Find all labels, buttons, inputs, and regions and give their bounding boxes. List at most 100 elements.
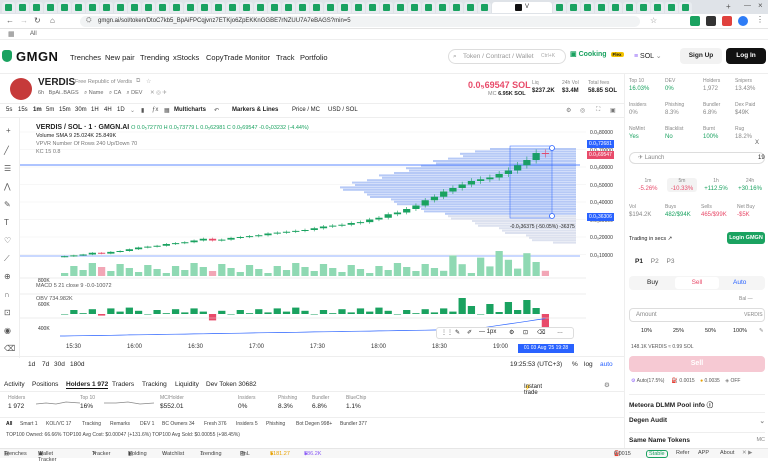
browser-tab[interactable] [422, 1, 435, 13]
buy-tab[interactable]: Buy [647, 279, 658, 286]
meteora-section[interactable]: Meteora DLMM Pool info ⓘ [629, 394, 765, 409]
browser-tab[interactable] [436, 1, 449, 13]
extension-icon[interactable] [690, 16, 700, 26]
browser-tab[interactable] [44, 1, 57, 13]
browser-tab[interactable] [128, 1, 141, 13]
pct-100[interactable]: 100% [733, 328, 747, 334]
browser-tab[interactable] [310, 1, 323, 13]
price-mc-toggle[interactable]: Price / MC [292, 107, 320, 113]
chain-select[interactable]: ≡ SOL ⌄ [634, 52, 662, 60]
pct-50[interactable]: 50% [705, 328, 716, 334]
browser-tab-active[interactable]: V [492, 1, 552, 13]
filter-bundler[interactable]: Bundler 377 [340, 421, 367, 427]
brush-icon[interactable]: ✎ [4, 200, 11, 209]
degen-audit-section[interactable]: Degen Audit ⌄ [629, 412, 765, 425]
footer-app[interactable]: APP [698, 450, 709, 456]
filter-kolvc[interactable]: KOL/VC 17 [46, 421, 71, 427]
eye-icon[interactable]: ◉ [4, 326, 11, 335]
undo-icon[interactable]: ↶ [214, 107, 219, 114]
candle-type-icon[interactable]: ▮ [141, 107, 144, 114]
login-gmgn-button[interactable]: Login GMGN [727, 232, 765, 244]
browser-tab[interactable] [268, 1, 281, 13]
browser-tab[interactable] [338, 1, 351, 13]
magnet-icon[interactable]: ∩ [4, 290, 10, 299]
cooking-toggle[interactable]: ▣ Cooking Flex [570, 50, 624, 58]
browser-tab[interactable] [212, 1, 225, 13]
filter-phishing[interactable]: Phishing [266, 421, 285, 427]
lock-icon[interactable]: ⊡ [4, 308, 11, 317]
range-1d[interactable]: 1d [28, 361, 35, 368]
browser-tab[interactable] [184, 1, 197, 13]
mev-toggle[interactable]: OFF [730, 378, 740, 384]
usd-sol-toggle[interactable]: USD / SOL [328, 107, 358, 113]
period-stat[interactable]: 1h +112.5% [701, 178, 731, 192]
indicators-icon[interactable]: ƒx [152, 107, 158, 113]
utc-clock[interactable]: 19:25:53 (UTC+3) [510, 361, 562, 368]
browser-tab[interactable] [170, 1, 183, 13]
bookmarks-folder-icon[interactable]: ▦ [8, 29, 15, 40]
preset-p3[interactable]: P3 [667, 258, 675, 265]
browser-tab[interactable] [198, 1, 211, 13]
browser-tab[interactable] [156, 1, 169, 13]
launch-bar[interactable]: ✈ Launch 19 [629, 152, 765, 164]
chevron-down-icon[interactable]: ⌄ [130, 107, 135, 114]
pct-10[interactable]: 10% [641, 328, 652, 334]
browser-tab[interactable] [282, 1, 295, 13]
browser-tab[interactable] [324, 1, 337, 13]
filter-insiders[interactable]: Insiders 5 [236, 421, 258, 427]
browser-tab[interactable] [450, 1, 463, 13]
all-bookmarks[interactable]: All [30, 31, 37, 37]
reload-icon[interactable]: ↻ [34, 16, 41, 25]
tip-fee[interactable]: 0.0035 [705, 378, 720, 384]
browser-tab[interactable] [86, 1, 99, 13]
nav-xstocks[interactable]: xStocks [173, 53, 199, 62]
filter-all[interactable]: All [6, 421, 12, 427]
tab-activity[interactable]: Activity [4, 381, 25, 388]
search-icon[interactable]: ⌕ [84, 90, 87, 96]
amount-input[interactable]: Amount VERDIS [629, 308, 765, 322]
search-icon[interactable]: ⌕ [126, 90, 129, 96]
crosshair-icon[interactable]: + [6, 126, 11, 135]
browser-tab[interactable] [100, 1, 113, 13]
range-7d[interactable]: 7d [42, 361, 49, 368]
tab-positions[interactable]: Positions [32, 381, 58, 388]
auto-toggle[interactable]: auto [600, 361, 613, 368]
footer-about[interactable]: About [720, 450, 734, 456]
minimize-icon[interactable]: — [744, 2, 751, 9]
x-icon[interactable]: X [755, 140, 759, 146]
nav-track[interactable]: Track [276, 53, 294, 62]
period-stat[interactable]: 5m -10.33% [667, 178, 697, 192]
range-30d[interactable]: 30d [54, 361, 65, 368]
preset-p2[interactable]: P2 [651, 258, 659, 265]
close-window-icon[interactable]: × [758, 1, 763, 10]
slippage-value[interactable]: Auto(17.5%) [637, 378, 665, 384]
browser-tab[interactable] [240, 1, 253, 13]
interval-15s[interactable]: 15s [18, 107, 28, 113]
brush-icon[interactable]: ✎ [455, 329, 460, 336]
browser-tab[interactable] [408, 1, 421, 13]
extension-icon[interactable] [722, 16, 732, 26]
color-icon[interactable]: ✐ [467, 329, 472, 336]
fib-icon[interactable]: ☰ [4, 164, 11, 173]
interval-4h[interactable]: 4H [104, 107, 112, 113]
browser-tab[interactable] [2, 1, 15, 13]
filter-smart[interactable]: Smart 1 [20, 421, 38, 427]
browser-tab[interactable] [665, 1, 678, 13]
browser-tab[interactable] [226, 1, 239, 13]
tab-traders[interactable]: Traders [112, 381, 134, 388]
text-icon[interactable]: T [4, 218, 9, 227]
settings-icon[interactable]: ⚙ [509, 329, 514, 336]
pct-25[interactable]: 25% [673, 328, 684, 334]
tab-liquidity[interactable]: Liquidity [175, 381, 199, 388]
tab-holders[interactable]: Holders 1 972 [66, 381, 109, 389]
multicharts-button[interactable]: Multicharts [174, 107, 206, 113]
dev-link[interactable]: DEV [131, 90, 142, 96]
multicharts-icon[interactable]: ▦ [164, 107, 170, 114]
copy-icon[interactable]: ⧉ [136, 78, 140, 85]
camera-icon[interactable]: ▣ [610, 107, 616, 114]
browser-tab[interactable] [679, 1, 692, 13]
star-icon[interactable]: ☆ [650, 16, 657, 25]
priority-fee[interactable]: 0.0015 [679, 378, 694, 384]
fullscreen-icon[interactable]: ⛶ [596, 107, 600, 114]
social-icons[interactable]: ✕ ▶ [742, 450, 752, 456]
